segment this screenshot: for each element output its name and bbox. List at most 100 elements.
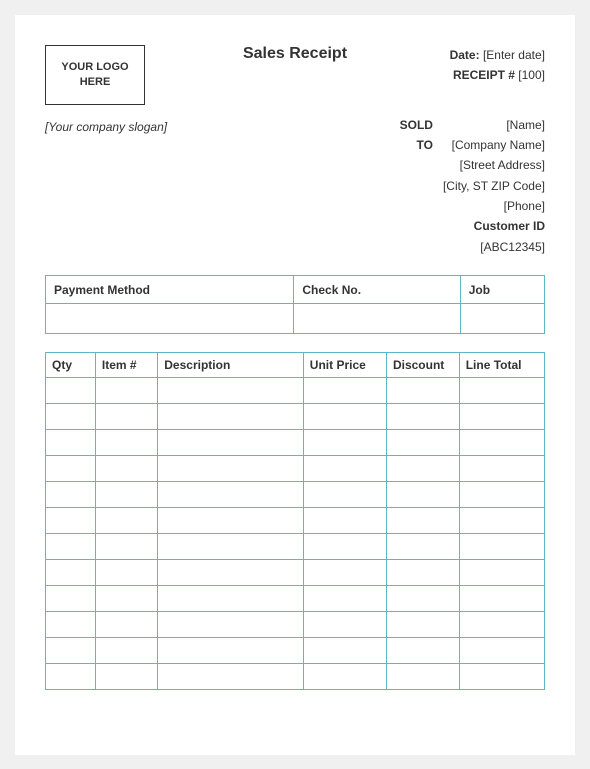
table-cell (95, 664, 157, 690)
table-cell (303, 534, 386, 560)
table-row (46, 638, 545, 664)
table-cell (95, 638, 157, 664)
middle-section: [Your company slogan] SOLD TO [Name] [Co… (45, 115, 545, 258)
table-cell (386, 534, 459, 560)
table-cell (459, 404, 544, 430)
table-cell (459, 534, 544, 560)
receipt-label: RECEIPT # (453, 68, 515, 82)
table-cell (95, 404, 157, 430)
table-cell (95, 560, 157, 586)
sold-to-labels: SOLD TO (400, 115, 433, 258)
table-cell (158, 586, 304, 612)
receipt-value: [100] (518, 68, 545, 82)
table-cell (303, 638, 386, 664)
table-cell (303, 456, 386, 482)
table-cell (386, 560, 459, 586)
sold-name: [Name] (443, 115, 545, 135)
table-cell (303, 430, 386, 456)
table-cell (459, 482, 544, 508)
table-cell (459, 508, 544, 534)
sold-customer-id-value: [ABC12345] (443, 237, 545, 257)
table-cell (303, 664, 386, 690)
table-row (46, 378, 545, 404)
table-cell (303, 404, 386, 430)
sold-label-2: TO (417, 135, 433, 155)
table-row (46, 586, 545, 612)
table-cell (95, 586, 157, 612)
table-row (46, 456, 545, 482)
table-row (46, 482, 545, 508)
sold-company: [Company Name] (443, 135, 545, 155)
payment-method-value (46, 304, 294, 334)
table-cell (459, 430, 544, 456)
sold-to-section: SOLD TO [Name] [Company Name] [Street Ad… (400, 115, 545, 258)
table-cell (386, 638, 459, 664)
col-unit: Unit Price (303, 353, 386, 378)
payment-col-check: Check No. (294, 276, 460, 304)
table-cell (95, 378, 157, 404)
table-cell (46, 560, 96, 586)
table-cell (459, 560, 544, 586)
sold-label-1: SOLD (400, 115, 433, 135)
table-cell (46, 430, 96, 456)
table-cell (303, 560, 386, 586)
header-right: Date: [Enter date] RECEIPT # [100] (450, 45, 545, 86)
table-cell (46, 638, 96, 664)
logo-text: YOUR LOGO HERE (46, 60, 144, 89)
table-cell (46, 586, 96, 612)
table-cell (95, 430, 157, 456)
table-cell (158, 456, 304, 482)
table-cell (386, 404, 459, 430)
payment-table: Payment Method Check No. Job (45, 275, 545, 334)
table-cell (95, 612, 157, 638)
table-cell (386, 508, 459, 534)
receipt-page: Sales Receipt YOUR LOGO HERE Date: [Ente… (15, 15, 575, 755)
table-row (46, 664, 545, 690)
table-cell (158, 560, 304, 586)
table-cell (158, 534, 304, 560)
table-cell (46, 664, 96, 690)
col-desc: Description (158, 353, 304, 378)
items-header-row: Qty Item # Description Unit Price Discou… (46, 353, 545, 378)
table-cell (303, 508, 386, 534)
date-value: [Enter date] (483, 48, 545, 62)
table-cell (46, 456, 96, 482)
table-cell (158, 508, 304, 534)
table-row (46, 534, 545, 560)
table-cell (95, 534, 157, 560)
table-cell (46, 378, 96, 404)
table-cell (303, 482, 386, 508)
table-cell (95, 456, 157, 482)
table-cell (386, 612, 459, 638)
table-cell (303, 378, 386, 404)
table-row (46, 612, 545, 638)
table-row (46, 560, 545, 586)
table-cell (158, 430, 304, 456)
sold-phone: [Phone] (443, 196, 545, 216)
table-cell (46, 508, 96, 534)
sold-customer-id-label: Customer ID (443, 216, 545, 236)
table-cell (303, 586, 386, 612)
table-cell (386, 456, 459, 482)
table-cell (95, 482, 157, 508)
table-cell (386, 664, 459, 690)
table-cell (386, 430, 459, 456)
table-row (46, 508, 545, 534)
sold-city: [City, ST ZIP Code] (443, 176, 545, 196)
table-cell (46, 534, 96, 560)
payment-col-job: Job (460, 276, 544, 304)
table-cell (46, 404, 96, 430)
col-disc: Discount (386, 353, 459, 378)
date-label: Date: (450, 48, 480, 62)
table-cell (386, 586, 459, 612)
date-line: Date: [Enter date] (450, 45, 545, 65)
table-cell (459, 612, 544, 638)
table-cell (459, 378, 544, 404)
table-cell (158, 638, 304, 664)
table-cell (386, 378, 459, 404)
table-cell (158, 482, 304, 508)
receipt-line: RECEIPT # [100] (450, 65, 545, 85)
table-cell (158, 664, 304, 690)
payment-job-value (460, 304, 544, 334)
table-cell (459, 586, 544, 612)
